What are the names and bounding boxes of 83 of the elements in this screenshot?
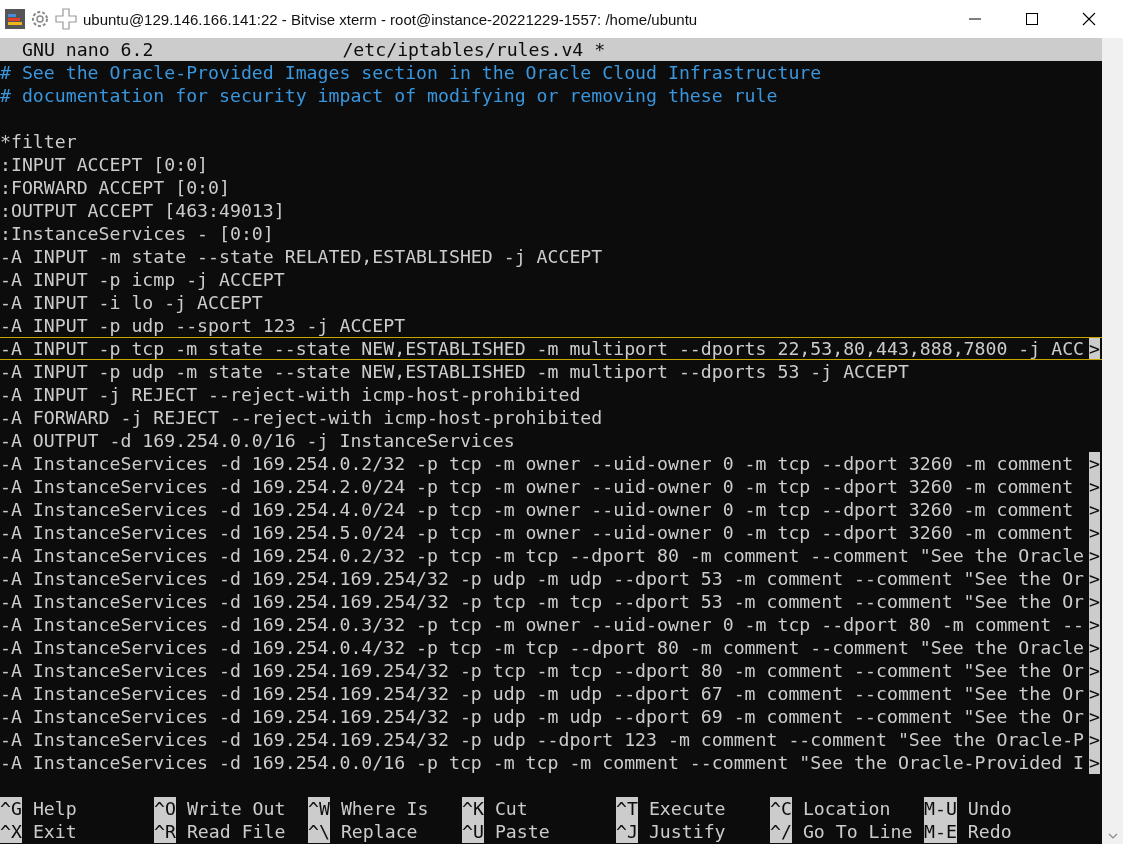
code-line: -A INPUT -p icmp -j ACCEPT	[0, 268, 285, 291]
shortcut-key: M-U	[924, 797, 957, 820]
shortcut-label: Where Is	[340, 797, 429, 820]
shortcut-key: ^G	[0, 797, 22, 820]
shortcut-label: Justify	[648, 820, 726, 843]
code-line: :INPUT ACCEPT [0:0]	[0, 153, 209, 176]
shortcut-key: ^W	[308, 797, 330, 820]
overflow-marker: >	[1089, 682, 1100, 705]
code-line: -A INPUT -p udp -m state --state NEW,ESTABLISHED -m multiport --dports 53 -j ACCEPT	[0, 360, 909, 383]
app-icon[interactable]	[5, 9, 25, 29]
code-line: *filter	[0, 130, 77, 153]
code-line: -A InstanceServices -d 169.254.0.2/32 -p tcp -m owner --uid-owner 0 -m tcp --dport 3260 -m comment	[0, 452, 1074, 475]
shortcut-key: M-E	[924, 820, 957, 843]
shortcut-key: ^O	[154, 797, 176, 820]
close-icon[interactable]	[1082, 12, 1096, 26]
code-line: :FORWARD ACCEPT [0:0]	[0, 176, 230, 199]
overflow-marker: >	[1089, 636, 1100, 659]
shortcut-key: ^K	[462, 797, 484, 820]
overflow-marker: >	[1089, 475, 1100, 498]
shortcut-label: Cut	[494, 797, 528, 820]
scroll-down-icon[interactable]	[1108, 833, 1118, 839]
code-line: -A FORWARD -j REJECT --reject-with icmp-host-prohibited	[0, 406, 603, 429]
code-line: -A InstanceServices -d 169.254.169.254/32 -p udp -m udp --dport 69 -m comment --comment "See the Or	[0, 705, 1085, 728]
shortcut-label: Paste	[494, 820, 550, 843]
code-line: -A InstanceServices -d 169.254.0.4/32 -p tcp -m tcp --dport 80 -m comment --comment "See the Oracle	[0, 636, 1085, 659]
overflow-marker: >	[1089, 567, 1100, 590]
shortcut-label: Go To Line	[802, 820, 913, 843]
window-title: ubuntu@129.146.166.141:22 - Bitvise xterm - root@instance-20221229-1557: /home/ubuntu	[83, 10, 698, 28]
code-line: -A INPUT -m state --state RELATED,ESTABLISHED -j ACCEPT	[0, 245, 603, 268]
code-line: -A InstanceServices -d 169.254.4.0/24 -p tcp -m owner --uid-owner 0 -m tcp --dport 3260 -m comment	[0, 498, 1074, 521]
shortcut-key: ^/	[770, 820, 792, 843]
maximize-icon[interactable]	[1025, 12, 1039, 26]
settings-icon[interactable]	[29, 8, 51, 30]
shortcut-label: Replace	[340, 820, 418, 843]
shortcut-key: ^\	[308, 820, 330, 843]
shortcut-label: Exit	[32, 820, 77, 843]
scrollbar[interactable]	[1102, 38, 1123, 844]
shortcut-key: ^X	[0, 820, 22, 843]
comment-line: # documentation for security impact of modifying or removing these rule	[0, 84, 778, 107]
overflow-marker: >	[1089, 590, 1100, 613]
code-line: :OUTPUT ACCEPT [463:49013]	[0, 199, 285, 222]
editor-version: GNU nano 6.2	[22, 38, 154, 61]
overflow-marker: >	[1089, 728, 1100, 751]
code-line: -A InstanceServices -d 169.254.0.2/32 -p tcp -m tcp --dport 80 -m comment --comment "See the Oracle	[0, 544, 1085, 567]
shortcut-label: Undo	[967, 797, 1012, 820]
shortcut-label: Execute	[648, 797, 726, 820]
overflow-marker: >	[1089, 498, 1100, 521]
code-line: -A InstanceServices -d 169.254.169.254/32 -p udp --dport 123 -m comment --comment "See the Oracle-P	[0, 728, 1085, 751]
code-line: -A INPUT -p udp --sport 123 -j ACCEPT	[0, 314, 406, 337]
overflow-marker: >	[1089, 544, 1100, 567]
comment-line: # See the Oracle-Provided Images section in the Oracle Cloud Infrastructure	[0, 61, 822, 84]
shortcut-key: ^R	[154, 820, 176, 843]
overflow-marker: >	[1089, 521, 1100, 544]
overflow-marker: >	[1089, 705, 1100, 728]
code-line: -A InstanceServices -d 169.254.2.0/24 -p tcp -m owner --uid-owner 0 -m tcp --dport 3260 -m comment	[0, 475, 1074, 498]
shortcut-label: Write Out	[186, 797, 286, 820]
file-name: /etc/iptables/rules.v4 *	[342, 38, 606, 61]
shortcut-label: Help	[32, 797, 77, 820]
code-line: -A INPUT -j REJECT --reject-with icmp-host-prohibited	[0, 383, 581, 406]
shortcut-key: ^J	[616, 820, 638, 843]
code-line: -A INPUT -i lo -j ACCEPT	[0, 291, 263, 314]
shortcut-label: Redo	[967, 820, 1012, 843]
code-line: -A InstanceServices -d 169.254.5.0/24 -p tcp -m owner --uid-owner 0 -m tcp --dport 3260 -m comment	[0, 521, 1074, 544]
overflow-marker: >	[1089, 751, 1100, 774]
shortcut-label: Location	[802, 797, 891, 820]
shortcut-label: Read File	[186, 820, 286, 843]
code-line: -A InstanceServices -d 169.254.0.0/16 -p tcp -m tcp -m comment --comment "See the Oracle-Provided I	[0, 751, 1085, 774]
overflow-marker: >	[1089, 659, 1100, 682]
shortcut-key: ^U	[462, 820, 484, 843]
code-line: -A OUTPUT -d 169.254.0.0/16 -j InstanceServices	[0, 429, 515, 452]
shortcut-key: ^T	[616, 797, 638, 820]
overflow-marker: >	[1089, 338, 1100, 359]
code-line: -A InstanceServices -d 169.254.169.254/32 -p udp -m udp --dport 67 -m comment --comment "See the Or	[0, 682, 1085, 705]
code-line: -A INPUT -p tcp -m state --state NEW,ESTABLISHED -m multiport --dports 22,53,80,443,888,7800 -j ACC	[0, 338, 1085, 359]
overflow-marker: >	[1089, 452, 1100, 475]
code-line: -A InstanceServices -d 169.254.169.254/32 -p tcp -m tcp --dport 53 -m comment --comment "See the Or	[0, 590, 1085, 613]
code-line: -A InstanceServices -d 169.254.0.3/32 -p tcp -m owner --uid-owner 0 -m tcp --dport 80 -m comment --	[0, 613, 1085, 636]
plus-icon[interactable]	[55, 8, 77, 30]
overflow-marker: >	[1089, 613, 1100, 636]
code-line: -A InstanceServices -d 169.254.169.254/32 -p udp -m udp --dport 53 -m comment --comment "See the Or	[0, 567, 1085, 590]
code-line: :InstanceServices - [0:0]	[0, 222, 274, 245]
shortcut-key: ^C	[770, 797, 792, 820]
code-line: -A InstanceServices -d 169.254.169.254/32 -p tcp -m tcp --dport 80 -m comment --comment "See the Or	[0, 659, 1085, 682]
